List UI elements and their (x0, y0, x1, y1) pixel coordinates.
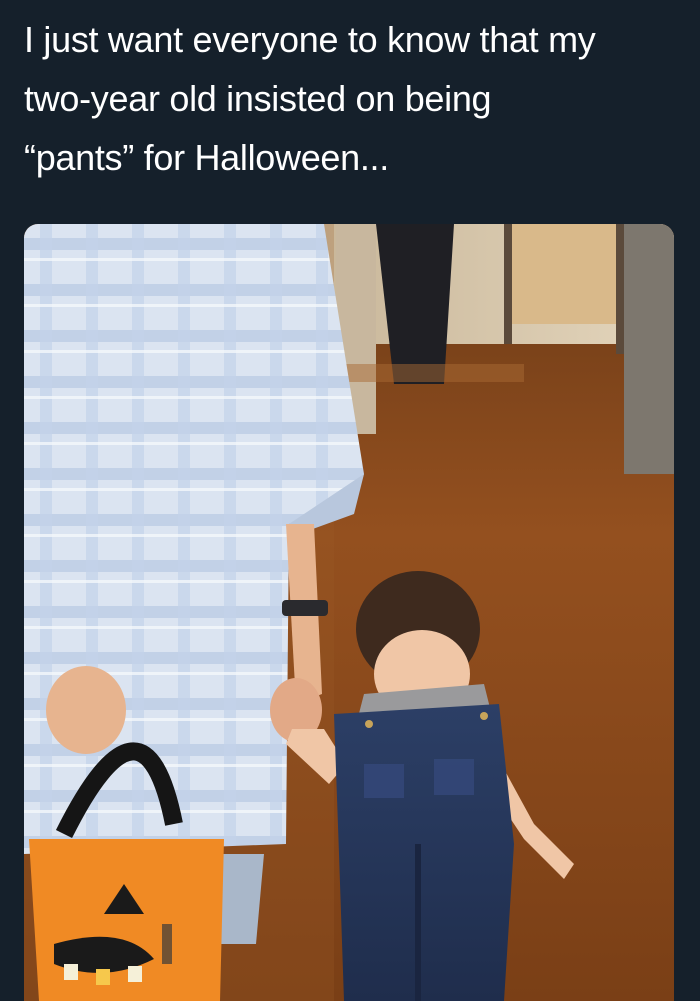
tweet-text: I just want everyone to know that my two… (24, 10, 684, 187)
photo-illustration (24, 224, 674, 1001)
tweet-text-line: I just want everyone to know that my (24, 19, 596, 60)
doorway (512, 224, 616, 324)
tweet-text-line: “pants” for Halloween... (24, 137, 389, 178)
adult-left-hand (46, 666, 126, 754)
tweet-text-line: two-year old insisted on being (24, 78, 492, 119)
door-frame (624, 224, 674, 474)
pumpkin-treat-bag (29, 839, 224, 1001)
tweet-photo[interactable] (24, 224, 674, 1001)
wristwatch (282, 600, 328, 616)
toddler-denim-overalls (334, 704, 514, 1001)
tweet: I just want everyone to know that my two… (0, 0, 700, 1001)
